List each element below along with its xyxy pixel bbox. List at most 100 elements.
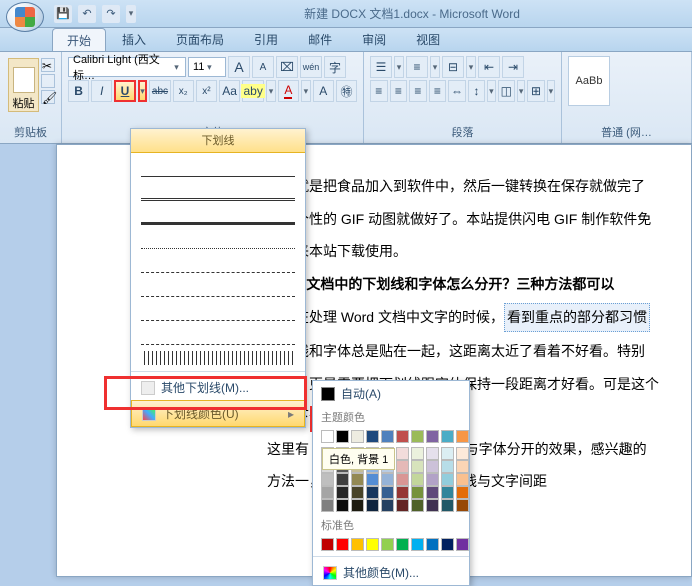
subscript-button[interactable]: x₂ (173, 80, 194, 102)
color-swatch[interactable] (456, 460, 469, 473)
color-swatch[interactable] (426, 430, 439, 443)
color-swatch[interactable] (396, 460, 409, 473)
underline-style-double[interactable] (141, 183, 295, 201)
color-swatch[interactable] (321, 473, 334, 486)
underline-style-dotted[interactable] (141, 231, 295, 249)
underline-style-dashed[interactable] (141, 255, 295, 273)
color-swatch[interactable] (321, 430, 334, 443)
font-size-select[interactable]: 11▾ (188, 57, 226, 77)
cut-icon[interactable]: ✂ (41, 58, 55, 72)
color-swatch[interactable] (336, 473, 349, 486)
color-swatch[interactable] (351, 430, 364, 443)
save-icon[interactable]: 💾 (54, 5, 72, 23)
more-underlines-item[interactable]: 其他下划线(M)... (131, 375, 305, 400)
color-swatch[interactable] (381, 499, 394, 512)
tab-review[interactable]: 审阅 (348, 28, 400, 51)
tab-insert[interactable]: 插入 (108, 28, 160, 51)
enclose-char-button[interactable]: ㊕ (336, 80, 357, 102)
indent-inc-button[interactable]: ⇥ (502, 56, 524, 78)
color-swatch[interactable] (441, 473, 454, 486)
more-colors-item[interactable]: 其他颜色(M)... (313, 560, 469, 585)
font-family-select[interactable]: Calibri Light (西文标…▾ (68, 57, 186, 77)
highlight-button[interactable]: aby (242, 80, 264, 102)
color-swatch[interactable] (366, 473, 379, 486)
color-swatch[interactable] (351, 486, 364, 499)
font-color-dropdown[interactable]: ▾ (301, 80, 311, 102)
auto-color-item[interactable]: 自动(A) (313, 381, 469, 406)
change-case-button[interactable]: Aa (219, 80, 240, 102)
style-normal[interactable]: AaBb (568, 56, 610, 106)
underline-style-dashdot2[interactable] (141, 327, 295, 345)
color-swatch[interactable] (426, 460, 439, 473)
color-swatch[interactable] (351, 538, 364, 551)
color-swatch[interactable] (366, 538, 379, 551)
color-swatch[interactable] (396, 430, 409, 443)
tab-layout[interactable]: 页面布局 (162, 28, 238, 51)
color-swatch[interactable] (321, 499, 334, 512)
color-swatch[interactable] (411, 486, 424, 499)
highlight-dropdown[interactable]: ▾ (266, 80, 276, 102)
color-swatch[interactable] (426, 473, 439, 486)
numbering-dd[interactable]: ▾ (430, 56, 440, 78)
color-swatch[interactable] (456, 538, 469, 551)
color-swatch[interactable] (381, 486, 394, 499)
strike-button[interactable]: abc (149, 80, 170, 102)
color-swatch[interactable] (456, 430, 469, 443)
grow-font-button[interactable]: A (228, 56, 250, 78)
color-swatch[interactable] (411, 499, 424, 512)
color-swatch[interactable] (441, 460, 454, 473)
color-swatch[interactable] (396, 447, 409, 460)
color-swatch[interactable] (396, 538, 409, 551)
color-swatch[interactable] (426, 486, 439, 499)
align-center-button[interactable]: ≡ (390, 80, 408, 102)
tab-references[interactable]: 引用 (240, 28, 292, 51)
pinyin-button[interactable]: wén (300, 56, 322, 78)
color-swatch[interactable] (381, 430, 394, 443)
color-swatch[interactable] (426, 447, 439, 460)
color-swatch[interactable] (351, 473, 364, 486)
color-swatch[interactable] (426, 538, 439, 551)
color-swatch[interactable] (411, 538, 424, 551)
underline-color-item[interactable]: 下划线颜色(U) ▸ (131, 400, 305, 427)
shading-dd[interactable]: ▾ (517, 80, 525, 102)
char-shading-button[interactable]: A (313, 80, 334, 102)
bullets-dd[interactable]: ▾ (394, 56, 404, 78)
color-swatch[interactable] (366, 499, 379, 512)
color-swatch[interactable] (441, 447, 454, 460)
color-swatch[interactable] (321, 538, 334, 551)
align-justify-button[interactable]: ≡ (429, 80, 447, 102)
shading-button[interactable]: ◫ (498, 80, 516, 102)
underline-style-dash2[interactable] (141, 279, 295, 297)
color-swatch[interactable] (336, 486, 349, 499)
tab-home[interactable]: 开始 (52, 28, 106, 51)
distribute-button[interactable]: ⇔ (448, 80, 466, 102)
color-swatch[interactable] (336, 499, 349, 512)
tab-view[interactable]: 视图 (402, 28, 454, 51)
line-space-dd[interactable]: ▾ (487, 80, 495, 102)
color-swatch[interactable] (366, 430, 379, 443)
color-swatch[interactable] (441, 538, 454, 551)
color-swatch[interactable] (336, 430, 349, 443)
color-swatch[interactable] (426, 499, 439, 512)
line-spacing-button[interactable]: ↕ (468, 80, 486, 102)
underline-button[interactable]: U (114, 80, 135, 102)
color-swatch[interactable] (411, 460, 424, 473)
color-swatch[interactable] (441, 430, 454, 443)
color-swatch[interactable] (336, 538, 349, 551)
multilevel-button[interactable]: ⊟ (442, 56, 464, 78)
superscript-button[interactable]: x² (196, 80, 217, 102)
color-swatch[interactable] (381, 473, 394, 486)
align-right-button[interactable]: ≡ (409, 80, 427, 102)
color-swatch[interactable] (366, 486, 379, 499)
format-painter-icon[interactable]: 🖌 (41, 90, 55, 104)
underline-style-dashdot[interactable] (141, 303, 295, 321)
font-color-button[interactable]: A (278, 80, 299, 102)
underline-style-thick[interactable] (141, 207, 295, 225)
copy-icon[interactable] (41, 74, 55, 88)
bold-button[interactable]: B (68, 80, 89, 102)
color-swatch[interactable] (411, 430, 424, 443)
office-button[interactable] (6, 2, 44, 32)
clear-format-button[interactable]: ⌧ (276, 56, 298, 78)
color-swatch[interactable] (396, 486, 409, 499)
underline-style-single[interactable] (141, 159, 295, 177)
